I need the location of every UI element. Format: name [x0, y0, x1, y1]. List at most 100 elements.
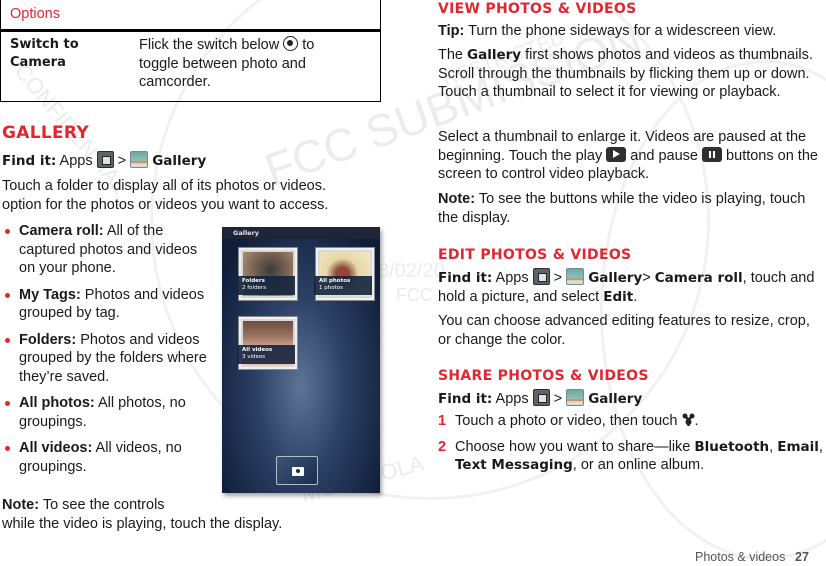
find-it-label: Find it:: [438, 391, 493, 407]
album-count: 1 photos: [319, 285, 343, 291]
camera-switch-icon: [283, 36, 299, 51]
album-count: 2 folders: [242, 285, 267, 291]
apps-icon: [532, 389, 550, 406]
share-find-it: Find it: Apps > Gallery: [438, 389, 642, 409]
apps-label: Apps: [492, 270, 533, 286]
note-text: To see the buttons while the video is pl…: [438, 191, 806, 226]
album-title: All photos: [319, 278, 351, 284]
camera-roll-label: Camera roll: [654, 270, 743, 286]
view-photos-heading: VIEW PHOTOS & VIDEOS: [438, 1, 637, 17]
bullet-folders: Folders: Photos and videos grouped by th…: [0, 331, 210, 387]
gallery-intro-line2: option for the photos or videos you want…: [2, 196, 329, 213]
option-description: Flick the switch below to toggle between…: [139, 36, 349, 92]
gallery-bullet-list: Camera roll: All of the captured photos …: [0, 222, 210, 484]
gallery-find-it: Find it: Apps > Gallery: [2, 151, 206, 171]
album-caption: Folders 2 folders: [237, 276, 295, 295]
apps-icon: [532, 268, 550, 285]
options-table: Options Switch to Camera Flick the switc…: [0, 0, 381, 102]
album-caption: All photos 1 photos: [314, 276, 372, 295]
apps-icon: [96, 151, 114, 168]
option-term-line2: Camera: [10, 55, 66, 70]
album-title: All videos: [242, 347, 273, 353]
tip-text: Turn the phone sideways for a widescreen…: [464, 23, 777, 39]
view-note: Note: To see the buttons while the video…: [438, 190, 824, 227]
view-tip: Tip: Turn the phone sideways for a wides…: [438, 22, 824, 41]
gallery-label: Gallery: [588, 391, 643, 407]
share-photos-heading: SHARE PHOTOS & VIDEOS: [438, 368, 649, 384]
step-text-end: .: [694, 413, 699, 429]
edit-photos-heading: EDIT PHOTOS & VIDEOS: [438, 247, 632, 263]
option-desc-text: Flick the switch below: [139, 37, 284, 53]
page-number: 27: [795, 550, 809, 564]
email-label: Email: [777, 438, 819, 455]
note-label: Note:: [438, 191, 476, 207]
bullet-term: Folders:: [19, 331, 77, 348]
edit-find-it: Find it: Apps > Gallery> Camera roll, to…: [438, 268, 826, 306]
step-text: Touch a photo or video, then touch: [455, 413, 682, 429]
album-title: Folders: [242, 278, 265, 284]
gallery-note: Note: To see the controls while the vide…: [2, 496, 332, 533]
gallery-label: Gallery: [588, 270, 643, 286]
bullet-term: All videos:: [19, 440, 93, 456]
gallery-icon: [566, 268, 585, 285]
album-all-photos[interactable]: All photos 1 photos: [314, 248, 374, 300]
edit-paragraph: You can choose advanced editing features…: [438, 313, 810, 348]
album-folders[interactable]: Folders 2 folders: [237, 248, 297, 300]
gallery-heading: GALLERY: [2, 123, 89, 143]
camera-button[interactable]: [276, 456, 318, 485]
find-it-label: Find it:: [438, 270, 493, 286]
footer-section-label: Photos & videos: [695, 550, 786, 564]
album-caption: All videos 3 videos: [237, 345, 295, 364]
options-table-header: Options: [1, 0, 380, 32]
option-term: Switch to Camera: [10, 36, 139, 92]
step-number: 2: [438, 438, 447, 455]
bullet-camera-roll: Camera roll: All of the captured photos …: [0, 222, 210, 278]
text: and pause: [626, 147, 703, 164]
note-label: Note:: [2, 497, 40, 513]
step-number: 1: [438, 413, 447, 429]
gallery-icon: [566, 389, 585, 406]
step-text: Choose how you want to share—like: [455, 438, 695, 455]
view-paragraph-2: Select a thumbnail to enlarge it. Videos…: [438, 128, 826, 184]
path-separator: >: [113, 153, 131, 169]
gallery-label: Gallery: [152, 153, 207, 169]
note-text-line2: while the video is playing, touch the di…: [2, 515, 283, 532]
path-separator: >: [642, 270, 655, 286]
path-separator: >: [549, 270, 567, 286]
comma: ,: [818, 438, 823, 455]
album-count: 3 videos: [242, 354, 266, 360]
step-text-end: , or an online album.: [572, 457, 705, 473]
apps-label: Apps: [492, 391, 533, 407]
gallery-intro: Touch a folder to display all of its pho…: [2, 177, 372, 214]
apps-label: Apps: [56, 153, 97, 169]
text: .: [633, 288, 638, 305]
options-table-row: Switch to Camera Flick the switch below …: [1, 32, 380, 92]
bullet-all-photos: All photos: All photos, no groupings.: [0, 394, 210, 431]
share-icon: [682, 413, 695, 426]
phone-gallery-screenshot: Gallery Folders 2 folders All photos 1 pho…: [222, 227, 380, 493]
tip-label: Tip:: [438, 23, 465, 39]
edit-label: Edit: [603, 288, 634, 305]
share-step-2: 2 Choose how you want to share—like Bluet…: [438, 438, 823, 475]
bullet-term: Camera roll:: [19, 223, 104, 239]
gallery-label: Gallery: [467, 47, 522, 63]
note-text: To see the controls: [39, 497, 165, 513]
phone-title-bar: Gallery: [222, 227, 380, 239]
album-all-videos[interactable]: All videos 3 videos: [237, 317, 297, 369]
bullet-all-videos: All videos: All videos, no groupings.: [0, 439, 210, 476]
bullet-term: All photos:: [19, 395, 95, 411]
path-separator: >: [549, 391, 567, 407]
gallery-intro-line1: Touch a folder to display all of its pho…: [2, 178, 327, 194]
find-it-label: Find it:: [2, 153, 57, 169]
bluetooth-label: Bluetooth: [694, 438, 770, 455]
text: The: [438, 47, 468, 63]
bullet-term: My Tags:: [19, 286, 81, 303]
watermark-date: 8/02/20: [378, 260, 445, 282]
share-steps: 1 Touch a photo or video, then touch . 2C…: [438, 412, 823, 482]
play-icon: [606, 146, 627, 162]
comma: ,: [769, 438, 778, 455]
option-term-line1: Switch to: [10, 37, 79, 52]
text-messaging-label: Text Messaging: [455, 457, 573, 473]
pause-icon: [702, 146, 723, 162]
watermark-fcc: FCC: [396, 285, 433, 305]
